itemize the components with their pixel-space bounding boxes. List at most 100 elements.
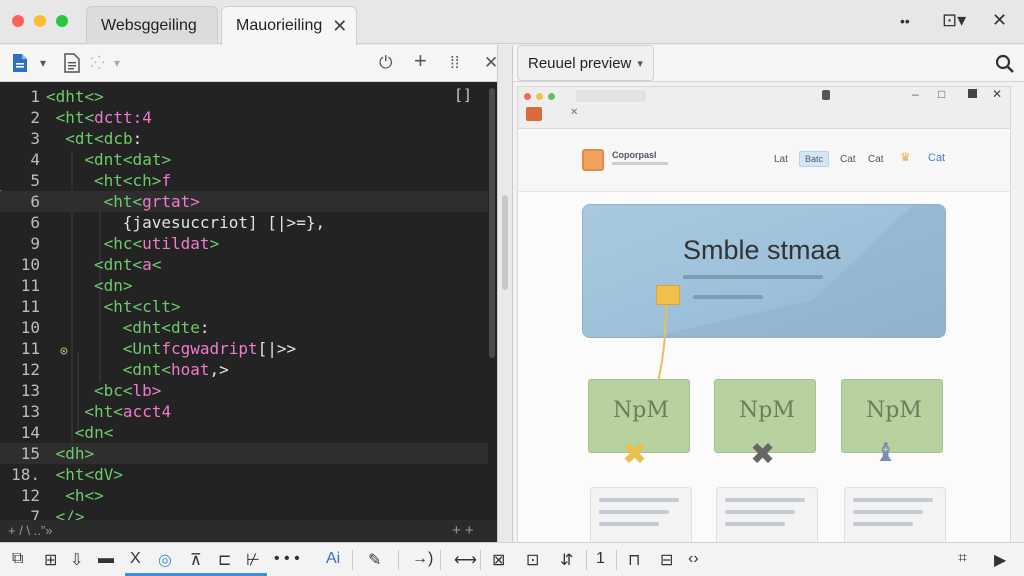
chevron-down-icon[interactable]: ▾ <box>40 56 46 70</box>
code-text: <dnt<dat> <box>84 149 171 170</box>
code-line[interactable]: 6 {javesuccriot] [|>=}, <box>0 212 488 233</box>
more-icon[interactable]: • • • <box>274 550 300 568</box>
code-line[interactable]: 13 <ht<acct4 <box>0 401 488 422</box>
search-icon[interactable] <box>995 54 1015 74</box>
preview-stub-line <box>725 498 805 502</box>
code-line[interactable]: 18. <ht<dV> <box>0 464 488 485</box>
code-token: <bc< <box>94 381 133 400</box>
editor-footer-actions[interactable]: + + <box>452 522 474 539</box>
code-line[interactable]: 11 <Untfcgwadript[|>> <box>0 338 488 359</box>
code-line[interactable]: 13 <bc<lb> <box>0 380 488 401</box>
hash-icon[interactable]: ⌗ <box>958 550 967 568</box>
code-line[interactable]: 12 <h<> <box>0 485 488 506</box>
code-token: <ht<clt> <box>103 297 181 316</box>
tab-label: Mauorieiling <box>236 17 323 34</box>
code-token: f <box>161 171 172 190</box>
preview-connector-handle <box>656 285 680 305</box>
new-window-icon[interactable]: ⊞ <box>44 550 57 570</box>
pane-divider[interactable] <box>497 45 513 542</box>
minimize-window-button[interactable] <box>34 15 46 27</box>
chevron-down-icon[interactable]: ▾ <box>114 56 120 70</box>
preview-connector <box>635 304 667 454</box>
layout-icon[interactable]: ⊡▾ <box>942 10 966 31</box>
code-text: <dn> <box>94 275 133 296</box>
code-line[interactable]: 1 <dht<> <box>0 86 488 107</box>
code-text: <ht<ch>f <box>94 170 171 191</box>
tab-close-icon[interactable]: ✕ <box>332 16 347 37</box>
code-token: <ht< <box>84 402 123 421</box>
preview-stub-line <box>599 510 669 514</box>
code-token: hoat <box>170 360 210 379</box>
code-line[interactable]: 9 <hc<utildat> <box>0 233 488 254</box>
file-icon[interactable] <box>12 53 28 73</box>
code-line[interactable]: 11 <dn> <box>0 275 488 296</box>
preview-stub-line <box>853 498 933 502</box>
code-text: <dt<dcb: <box>65 128 142 149</box>
sort-icon[interactable]: ⇵ <box>560 550 573 570</box>
indent-icon[interactable]: ⊏ <box>218 550 231 570</box>
download-icon[interactable]: ⇩ <box>70 550 83 570</box>
zoom-window-button[interactable] <box>56 15 68 27</box>
preview-scrollbar[interactable] <box>502 195 508 290</box>
code-line[interactable]: 4 <dnt<dat> <box>0 149 488 170</box>
code-line[interactable]: 10 <dnt<a< <box>0 254 488 275</box>
code-text: <bc<lb> <box>94 380 161 401</box>
layout-icon[interactable]: ⊓ <box>628 550 640 570</box>
code-line[interactable]: 3 <dt<dcb: <box>0 128 488 149</box>
split-icon[interactable]: ⁞⁞ <box>450 53 459 73</box>
toolbar-separator <box>616 550 617 570</box>
line-number: 4 <box>30 150 40 169</box>
comment-icon[interactable]: ▬ <box>98 550 114 568</box>
code-text: <Untfcgwadript[|>> <box>123 338 296 359</box>
code-text: <dnt<a< <box>94 254 161 275</box>
code-editor[interactable]: [] ⊙ 1 <dht<> 2 <ht<dctt:4 3 <dt<dcb: 4 <dnt<da… <box>0 82 497 522</box>
add-icon[interactable]: + <box>414 48 427 74</box>
code-token: : <box>199 318 210 337</box>
code-text: <ht<clt> <box>104 296 181 317</box>
code-line[interactable]: 14 <dn< <box>0 422 488 443</box>
code-text: <h<> <box>65 485 104 506</box>
preview-icon[interactable]: ⊡ <box>526 550 539 570</box>
code-text: <hc<utildat> <box>104 233 220 254</box>
lock-icon[interactable]: ⊠ <box>492 550 505 570</box>
resize-icon[interactable]: ⟷ <box>454 550 477 570</box>
code-line[interactable]: 15 <dh> <box>0 443 488 464</box>
more-options-icon[interactable]: •• <box>900 13 910 29</box>
preview-mode-select[interactable]: Reuuel preview ▾ <box>517 45 654 81</box>
preview-stub-line <box>725 522 785 526</box>
goto-icon[interactable]: →) <box>412 550 433 568</box>
code-token: utildat <box>142 234 210 253</box>
code-line[interactable]: 10 <dht<dte: <box>0 317 488 338</box>
chevron-down-icon: ▾ <box>637 57 643 70</box>
edit-icon[interactable]: ✎ <box>368 550 381 570</box>
code-line[interactable]: 5 <ht<ch>f <box>0 170 488 191</box>
cut-icon[interactable]: X <box>130 550 141 568</box>
code-line[interactable]: 2 <ht<dctt:4 <box>0 107 488 128</box>
copy-icon[interactable]: ⧉ <box>12 550 23 568</box>
tab-mauorieiling[interactable]: Mauorieiling ✕ <box>221 6 357 45</box>
code-icon[interactable]: ‹› <box>688 550 699 568</box>
code-token: <dnt< <box>94 255 143 274</box>
wrap-icon[interactable]: ⊬ <box>246 550 260 570</box>
code-token: <ht<dV> <box>55 465 124 484</box>
line-number: 11 <box>20 276 40 295</box>
count-label[interactable]: 1 <box>596 550 605 568</box>
preview-x-icon: ✖ <box>622 438 648 471</box>
close-window-button[interactable] <box>12 15 24 27</box>
code-line[interactable]: 12 <dnt<hoat,> <box>0 359 488 380</box>
power-icon[interactable]: ⏻ <box>379 53 392 73</box>
code-line[interactable]: 6 <ht<grtat> <box>0 191 488 212</box>
document-icon[interactable] <box>64 53 80 73</box>
page-icon[interactable]: ⊟ <box>660 550 673 570</box>
run-icon[interactable]: ▶ <box>994 550 1006 570</box>
tab-websggeiling[interactable]: Websggeiling <box>86 6 218 44</box>
upload-icon[interactable]: ⊼ <box>190 550 202 570</box>
editor-scrollbar[interactable] <box>489 88 495 358</box>
code-line[interactable]: 11 <ht<clt> <box>0 296 488 317</box>
preview-stub-line <box>853 510 923 514</box>
ai-icon[interactable]: Ai <box>326 550 340 568</box>
grid-icon[interactable]: ⁚⁛ <box>90 55 105 71</box>
window-close-icon[interactable]: ✕ <box>992 10 1007 31</box>
globe-icon[interactable]: ◎ <box>158 550 172 570</box>
code-token: <h<> <box>65 486 104 505</box>
